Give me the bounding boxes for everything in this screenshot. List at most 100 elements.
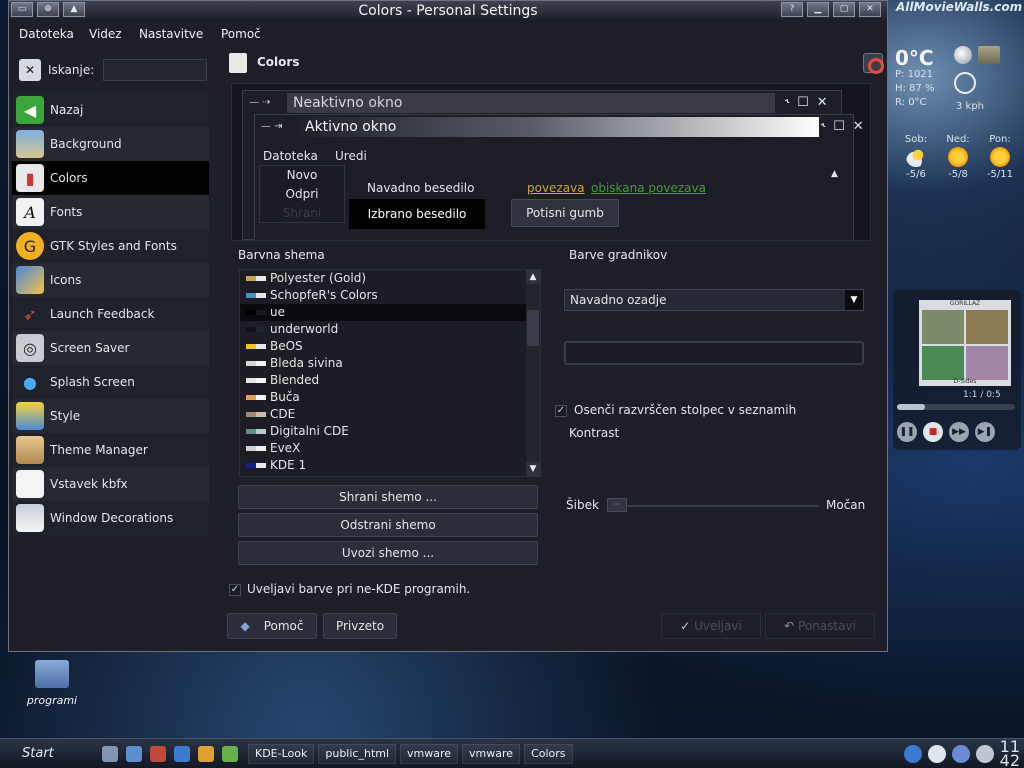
scheme-item[interactable]: Blended — [240, 372, 540, 389]
mail-icon[interactable] — [198, 745, 214, 762]
preview-visited-link: obiskana povezava — [591, 181, 706, 195]
terminal-icon[interactable] — [150, 745, 166, 762]
sidebar-item-splash-screen[interactable]: ● Splash Screen — [12, 365, 209, 399]
sidebar-item-gtk[interactable]: G GTK Styles and Fonts — [12, 229, 209, 263]
webcam-icon[interactable] — [978, 46, 1000, 64]
scheme-item[interactable]: CDE — [240, 406, 540, 423]
window-titlebar[interactable]: ▭ ⊕ ▲ Colors - Personal Settings ? ▁ ▢ ✕ — [9, 1, 887, 21]
reset-button[interactable]: ↶ Ponastavi — [765, 613, 875, 639]
apply-button[interactable]: ✓ Uveljavi — [661, 613, 761, 639]
scheme-item[interactable]: underworld — [240, 321, 540, 338]
menu-settings[interactable]: Nastavitve — [139, 27, 203, 41]
close-icon[interactable]: ✕ — [859, 2, 881, 17]
sidebar-item-label: Vstavek kbfx — [50, 477, 128, 491]
scheme-item[interactable]: Polyester (Gold) — [240, 270, 540, 287]
undo-icon: ↶ — [784, 619, 795, 633]
track-progress-bar[interactable] — [897, 404, 1015, 410]
color-preview[interactable]: — ⇢ Neaktivno okno ˞ ☐ ✕ — ⇥ Aktivno okno … — [231, 83, 871, 241]
defaults-button[interactable]: Privzeto — [323, 613, 397, 639]
sidebar-item-style[interactable]: Style — [12, 399, 209, 433]
sidebar-item-background[interactable]: Background — [12, 127, 209, 161]
contrast-slider-handle[interactable]: ··· — [607, 498, 627, 512]
remove-scheme-button[interactable]: Odstrani shemo — [238, 513, 538, 537]
forecast-day-name: Ned: — [946, 134, 970, 145]
scheme-scrollbar[interactable]: ▲ ▼ — [526, 270, 540, 476]
task-button[interactable]: Colors — [524, 743, 573, 764]
scheme-list[interactable]: Polyester (Gold) SchopfeR's Colors ue under… — [239, 269, 541, 477]
network-monitor-icon[interactable] — [951, 744, 970, 763]
lifebuoy-help-icon[interactable] — [863, 53, 884, 74]
home-folder-icon[interactable] — [102, 745, 118, 762]
scroll-up-icon[interactable]: ▲ — [526, 270, 540, 284]
preview-inactive-title: Neaktivno okno — [287, 93, 775, 113]
scheme-item[interactable]: KDE 1 — [240, 457, 540, 474]
sidebar-item-theme-manager[interactable]: Theme Manager — [12, 433, 209, 467]
save-scheme-button[interactable]: Shrani shemo ... — [238, 485, 538, 509]
help-button[interactable]: ◆ Pomoč — [227, 613, 317, 639]
scroll-thumb[interactable] — [527, 310, 539, 346]
task-button[interactable]: vmware — [400, 743, 459, 764]
scheme-item[interactable]: BeOS — [240, 338, 540, 355]
start-button[interactable]: Start — [0, 746, 96, 761]
menu-file[interactable]: Datoteka — [19, 27, 74, 41]
sidebar-item-window-decorations[interactable]: Window Decorations — [12, 501, 209, 535]
sidebar-item-back[interactable]: ◀ Nazaj — [12, 93, 209, 127]
sidebar-item-kbfx[interactable]: Vstavek kbfx — [12, 467, 209, 501]
scheme-item-label: Digitalni CDE — [270, 424, 349, 438]
sidebar-item-icons[interactable]: Icons — [12, 263, 209, 297]
sidebar-item-label: Window Decorations — [50, 511, 174, 525]
forecast-day-temp: -5/6 — [906, 169, 926, 180]
preview-list-item: Odpri — [285, 187, 319, 201]
next-icon[interactable]: ▶▶ — [949, 422, 969, 442]
task-button[interactable]: vmware — [462, 743, 521, 764]
menu-help[interactable]: Pomoč — [221, 27, 261, 41]
maximize-icon[interactable]: ▢ — [833, 2, 855, 17]
scheme-item[interactable]: Buča — [240, 389, 540, 406]
contrast-slider-track[interactable] — [609, 505, 819, 507]
kde-icon[interactable] — [222, 745, 238, 762]
player-controls: ❚❚ ■ ▶▶ ▶❚ — [897, 422, 995, 442]
scroll-down-icon[interactable]: ▼ — [526, 462, 540, 476]
clock-minute: 42 — [999, 750, 1020, 768]
sidebar-item-screen-saver[interactable]: ◎ Screen Saver — [12, 331, 209, 365]
color-swatch-button[interactable] — [564, 341, 864, 365]
sidebar-item-launch-feedback[interactable]: ➶ Launch Feedback — [12, 297, 209, 331]
scheme-item[interactable]: Bleda sivina — [240, 355, 540, 372]
browser-icon[interactable] — [174, 745, 190, 762]
widget-color-select[interactable]: Navadno ozadje ▼ — [564, 289, 864, 311]
pause-icon[interactable]: ❚❚ — [897, 422, 917, 442]
volume-icon[interactable] — [975, 744, 994, 763]
skip-icon[interactable]: ▶❚ — [975, 422, 995, 442]
sidebar-item-fonts[interactable]: A Fonts — [12, 195, 209, 229]
sidebar-item-colors[interactable]: ▮ Colors — [12, 161, 209, 195]
clear-search-icon[interactable]: ✕ — [19, 59, 41, 81]
scheme-item[interactable]: EveX — [240, 440, 540, 457]
download-icon[interactable] — [903, 744, 922, 763]
task-button[interactable]: KDE-Look — [248, 743, 315, 764]
scheme-item[interactable]: Digitalni CDE — [240, 423, 540, 440]
scheme-swatch-icon — [246, 344, 266, 349]
import-scheme-button[interactable]: Uvozi shemo ... — [238, 541, 538, 565]
gtk-icon: G — [16, 232, 44, 260]
minimize-icon[interactable]: ▁ — [807, 2, 829, 17]
desktop-icon-programi[interactable]: programi — [20, 660, 84, 707]
task-button[interactable]: public_html — [318, 743, 397, 764]
scheme-item[interactable]: ue — [240, 304, 540, 321]
partly-cloudy-icon — [906, 147, 926, 167]
stop-icon[interactable]: ■ — [923, 422, 943, 442]
close-icon: ✕ — [816, 95, 828, 110]
apply-nonkde-checkbox[interactable]: ✓ — [229, 584, 241, 596]
klipper-icon[interactable] — [927, 744, 946, 763]
menu-view[interactable]: Videz — [89, 27, 122, 41]
scheme-swatch-color — [246, 327, 256, 332]
scheme-item[interactable]: SchopfeR's Colors — [240, 287, 540, 304]
search-label: Iskanje: — [48, 63, 95, 77]
shade-sorted-checkbox[interactable]: ✓ — [555, 405, 567, 417]
globe-icon[interactable] — [954, 46, 972, 64]
search-input[interactable] — [103, 59, 207, 81]
network-icon[interactable] — [126, 745, 142, 762]
clock[interactable]: 11 42 — [999, 738, 1020, 768]
help-icon[interactable]: ? — [781, 2, 803, 17]
weather-widget: 0°C P: 1021 H: 87 % R: 0°C 3 kph Sob: -5… — [892, 44, 1024, 194]
scheme-item-label: underworld — [270, 322, 339, 336]
